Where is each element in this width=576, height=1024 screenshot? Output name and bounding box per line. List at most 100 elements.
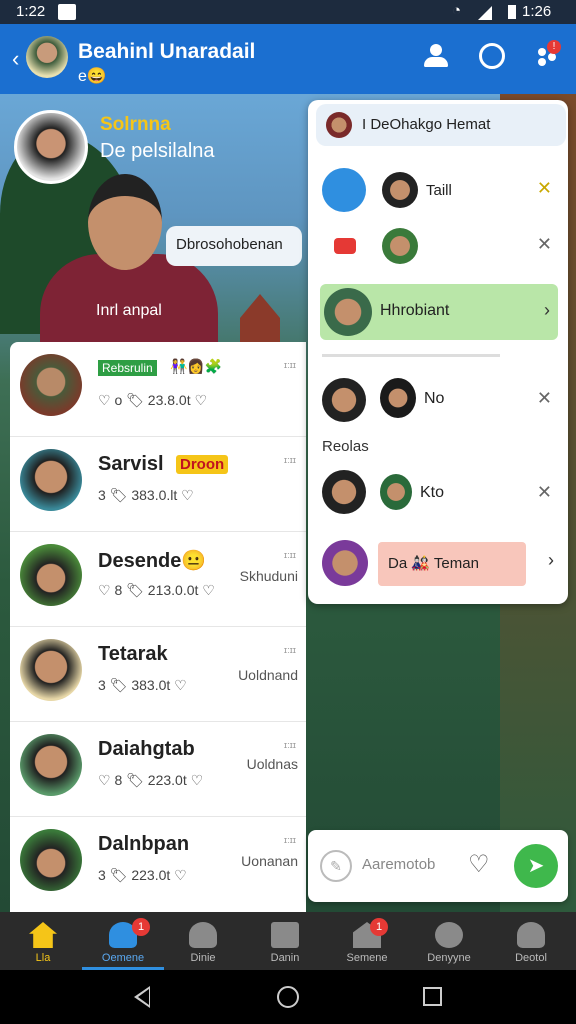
list-item[interactable]: Sarvisl Droon 3 🏷 383.0.lt ♡ ɪ:ɪɪ [10,437,306,532]
section-label: Reolas [322,438,369,455]
status-bar: 1:22 ◔ 1:26 [0,0,576,24]
close-icon[interactable]: ✕ [537,234,552,255]
item-meta: ♡ 8 🏷 223.0t ♡ [98,772,204,788]
item-name: Desende😐 [98,550,207,572]
app-subtitle: e😄 [78,68,107,85]
nav-deotol[interactable]: Deotol [490,912,572,970]
list-item[interactable]: Desende😐 ♡ 8 🏷 213.0.0t ♡ Skhuduni ɪ:ɪɪ [10,532,306,627]
notification-badge: ! [547,40,561,54]
contact-row[interactable]: Kto ✕ [308,468,568,518]
action-row[interactable]: Da 🎎 Teman › [308,536,568,592]
chat-bubble: Dbrosohobenan [166,226,302,266]
avatar [324,288,372,336]
item-meta: ♡ 8 🏷 213.0.0t ♡ [98,582,215,598]
chevron-right-icon[interactable]: › [548,550,554,571]
recents-icon[interactable] [423,987,442,1006]
heart-icon[interactable]: ♡ [468,850,490,879]
feed-list: Rebsrulin 👫👩🧩 ♡ o 🏷 23.8.0t ♡ ɪ:ɪɪ Sarvi… [10,342,306,912]
compose-bar: ✎ Aaremotob ♡ ➤ [308,830,568,902]
item-side-label: Skhuduni [239,568,298,584]
contact-row[interactable]: No ✕ [308,374,568,424]
item-side-label: Uonanan [241,853,298,869]
person-icon [189,922,217,948]
compose-input[interactable]: Aaremotob [362,856,435,873]
avatar [326,112,352,138]
home-button-icon[interactable] [277,986,299,1008]
item-time: ɪ:ɪɪ [283,740,296,750]
avatar [380,378,416,418]
nav-semene[interactable]: Semene 1 [326,912,408,970]
item-name: Tetarak [98,643,168,665]
avatar [20,829,82,891]
nav-denyyne[interactable]: Denyyne [408,912,490,970]
contacts-panel: I DeOhakgo Hemat Taill ✕ ✕ Hhrobiant › N… [308,100,568,604]
list-item[interactable]: Dalnbpan 3 🏷 223.0t ♡ Uonanan ɪ:ɪɪ [10,817,306,912]
profile-icon[interactable] [424,44,448,68]
nav-badge: 1 [132,918,150,936]
close-icon[interactable]: ✕ [537,482,552,503]
item-time: ɪ:ɪɪ [283,550,296,560]
battery-icon [508,5,516,19]
nav-label: Danin [270,952,300,964]
item-time: ɪ:ɪɪ [283,455,296,465]
profile-avatar[interactable] [14,110,88,184]
app-title: Beahinl Unaradail [78,40,256,63]
search-text: I DeOhakgo Hemat [362,116,491,133]
nav-home[interactable]: Lla [2,912,84,970]
contact-label: No [424,390,445,407]
item-time: ɪ:ɪɪ [283,835,296,845]
profile-name: Solrnna [100,114,171,135]
item-side-label: Uoldnas [246,756,298,772]
avatar [382,172,418,208]
list-item[interactable]: Rebsrulin 👫👩🧩 ♡ o 🏷 23.8.0t ♡ ɪ:ɪɪ [10,342,306,437]
action-button[interactable]: Da 🎎 Teman [378,542,526,586]
avatar [20,639,82,701]
close-icon[interactable]: ✕ [537,178,552,199]
avatar [322,470,366,514]
highlight-row[interactable]: Hhrobiant › [320,284,558,340]
search-box[interactable]: I DeOhakgo Hemat [316,104,566,146]
attach-icon[interactable]: ✎ [320,850,352,882]
back-arrow-icon[interactable]: ‹ [12,46,19,72]
wifi-icon: ◔ [452,2,462,19]
gear-icon [435,922,463,948]
item-name: Daiahgtab [98,738,195,760]
item-name: Dalnbpan [98,833,190,855]
sync-icon[interactable] [479,43,505,69]
contact-label: Kto [420,484,445,501]
nav-danin[interactable]: Danin [244,912,326,970]
item-time: ɪ:ɪɪ [283,645,296,655]
account-icon [517,922,545,948]
nav-badge: 1 [370,918,388,936]
avatar [380,474,412,510]
bottom-nav: Lla Oemene 1 Dinie Danin Semene 1 Denyyn… [0,912,576,970]
status-time: 1:22 [16,3,46,20]
contact-card-icon [271,922,299,948]
avatar[interactable] [26,36,68,78]
contact-row[interactable]: ✕ [308,222,568,272]
item-tag: Droon [176,455,229,474]
nav-label: Lla [35,952,51,964]
list-item[interactable]: Daiahgtab ♡ 8 🏷 223.0t ♡ Uoldnas ɪ:ɪɪ [10,722,306,817]
user-badge: Rebsrulin [98,360,157,376]
home-icon [29,922,57,948]
list-item[interactable]: Tetarak 3 🏷 383.0t ♡ Uoldnand ɪ:ɪɪ [10,627,306,722]
contact-row[interactable]: Taill ✕ [308,162,568,218]
app-icon [322,168,366,212]
system-nav-bar [0,970,576,1024]
item-side-label: Uoldnand [238,667,298,683]
person-label: Inrl anpal [96,302,162,319]
nav-label: Denyyne [427,952,471,964]
nav-oemene[interactable]: Oemene 1 [82,912,164,970]
chevron-right-icon[interactable]: › [544,300,550,321]
emoji-group-icon: 👫👩🧩 [170,358,223,374]
avatar [20,734,82,796]
signal-icon [478,6,492,20]
item-meta: 3 🏷 223.0t ♡ [98,867,187,883]
close-icon[interactable]: ✕ [537,388,552,409]
nav-dinie[interactable]: Dinie [162,912,244,970]
avatar [20,354,82,416]
send-button[interactable]: ➤ [514,844,558,888]
item-meta: 3 🏷 383.0.lt ♡ [98,487,194,503]
nav-label: Deotol [515,952,547,964]
